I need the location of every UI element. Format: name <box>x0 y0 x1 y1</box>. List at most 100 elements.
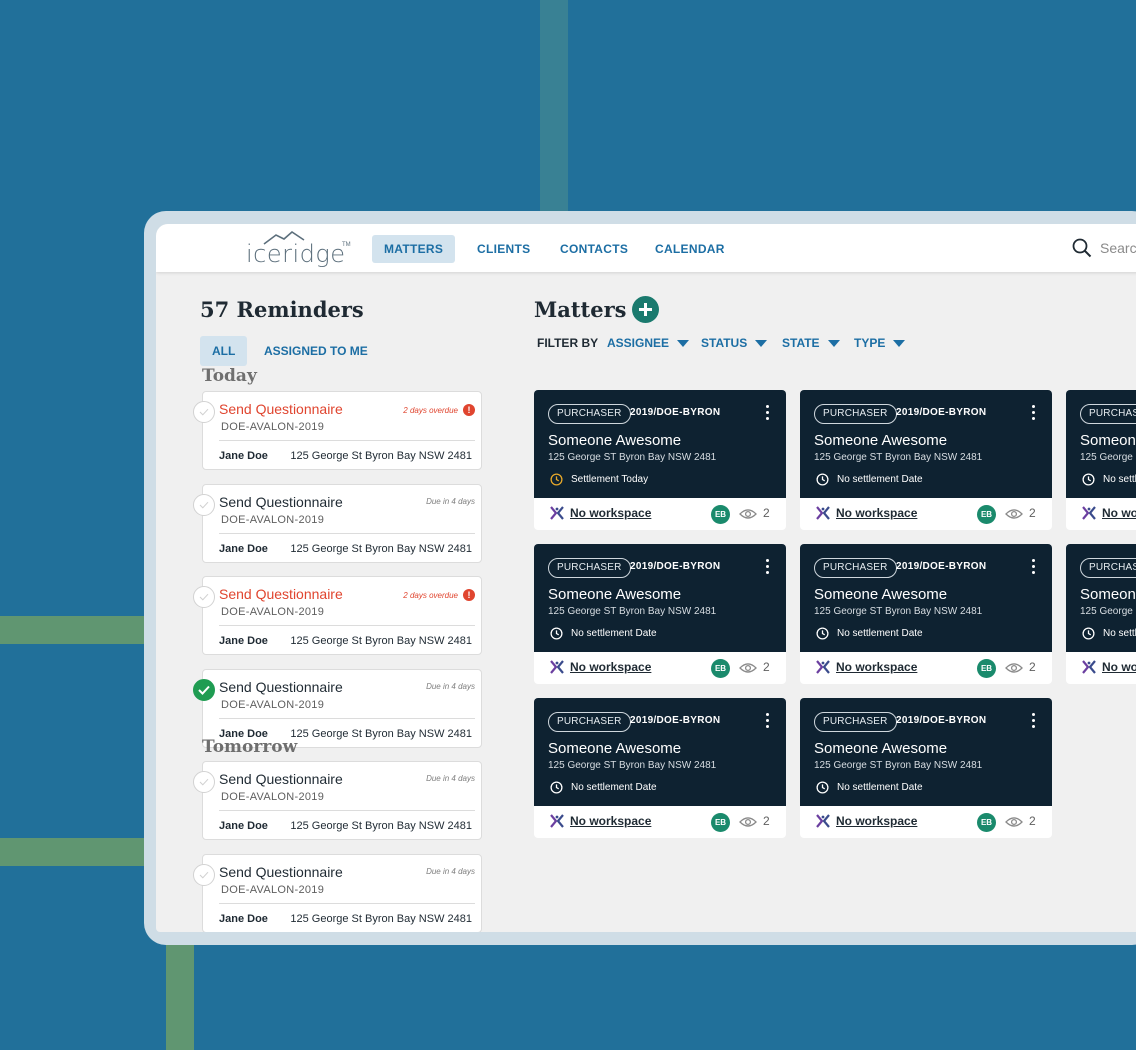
reminder-title[interactable]: Send Questionnaire <box>219 401 343 417</box>
matter-card[interactable]: PURCHASER2019/DOE-BYRONSomeone Awesome12… <box>800 544 1052 684</box>
more-options-icon[interactable] <box>766 713 770 731</box>
reminder-person: Jane Doe <box>219 450 268 462</box>
matter-card-header: PURCHASER2019/DOE-BYRON Someone Awesome 12… <box>800 544 1052 652</box>
assignee-avatar[interactable]: EB <box>711 659 730 678</box>
workspace-link[interactable]: No workspace <box>836 506 917 520</box>
matter-card[interactable]: PURCHASER2019/DOE-BYRONSomeone Awesome12… <box>534 698 786 838</box>
due-text: 2 days overdue <box>403 590 458 600</box>
filter-type-label: TYPE <box>854 336 886 350</box>
matter-client-name[interactable]: Someone Awesome <box>814 740 947 757</box>
workspace-link[interactable]: No workspace <box>570 660 651 674</box>
checkmark-icon <box>198 685 210 695</box>
views-count: 2 <box>1029 660 1036 674</box>
role-badge: PURCHASER <box>548 712 631 732</box>
complete-checkbox[interactable] <box>193 586 215 608</box>
settlement-status: No settlement Date <box>816 627 923 640</box>
filter-state[interactable]: STATE <box>782 336 840 350</box>
settlement-text: No settlement Date <box>837 474 923 485</box>
workspace-link[interactable]: No workspace <box>836 814 917 828</box>
complete-checkbox[interactable] <box>193 401 215 423</box>
reminders-title: 57 Reminders <box>200 297 364 322</box>
more-options-icon[interactable] <box>1032 713 1036 731</box>
reminder-card[interactable]: Send Questionnaire DOE-AVALON-2019 2 days … <box>193 576 482 655</box>
matter-card[interactable]: PURCHASER2019/DOE-BYRONSomeone Awesome12… <box>534 544 786 684</box>
tab-all[interactable]: ALL <box>200 336 248 366</box>
matter-card[interactable]: PURCHASER2019/DOE-BYRONSomeone Awesome12… <box>1066 544 1136 684</box>
workspace-icon <box>816 506 830 520</box>
matter-card[interactable]: PURCHASER2019/DOE-BYRONSomeone Awesome12… <box>534 390 786 530</box>
complete-checkbox[interactable] <box>193 771 215 793</box>
reminder-card[interactable]: Send Questionnaire DOE-AVALON-2019 2 days … <box>193 391 482 470</box>
matter-address: 125 George ST Byron Bay NSW 2481 <box>814 452 983 463</box>
nav-clients[interactable]: CLIENTS <box>465 235 542 263</box>
more-options-icon[interactable] <box>766 559 770 577</box>
matter-reference: 2019/DOE-BYRON <box>896 715 987 726</box>
settlement-text: No settlement Date <box>837 628 923 639</box>
search-box[interactable]: Searc <box>1072 237 1136 259</box>
eye-icon <box>739 663 757 673</box>
workspace-icon <box>550 814 564 828</box>
reminder-due-status: 2 days overdue! <box>403 589 475 601</box>
matter-card[interactable]: PURCHASER2019/DOE-BYRONSomeone Awesome12… <box>1066 390 1136 530</box>
due-text: Due in 4 days <box>426 497 475 506</box>
workspace-link[interactable]: No workspace <box>836 660 917 674</box>
more-options-icon[interactable] <box>1032 405 1036 423</box>
nav-calendar[interactable]: CALENDAR <box>643 235 737 263</box>
search-input[interactable]: Searc <box>1100 240 1136 256</box>
due-text: 2 days overdue <box>403 405 458 415</box>
matter-client-name[interactable]: Someone Awesome <box>548 586 681 603</box>
matter-client-name[interactable]: Someone Awesome <box>1080 432 1136 449</box>
assignee-avatar[interactable]: EB <box>977 505 996 524</box>
group-label-today: Today <box>202 366 257 386</box>
reminder-title[interactable]: Send Questionnaire <box>219 864 343 880</box>
workspace-link[interactable]: No workspace <box>1102 506 1136 520</box>
tab-assigned-to-me[interactable]: ASSIGNED TO ME <box>252 336 380 366</box>
more-options-icon[interactable] <box>1032 559 1036 577</box>
assignee-avatar[interactable]: EB <box>711 813 730 832</box>
reminder-person: Jane Doe <box>219 635 268 647</box>
reminder-title[interactable]: Send Questionnaire <box>219 771 343 787</box>
assignee-avatar[interactable]: EB <box>711 505 730 524</box>
more-options-icon[interactable] <box>766 405 770 423</box>
workspace-icon <box>1082 660 1096 674</box>
settlement-status: No settlement Date <box>550 781 657 794</box>
checkmark-icon <box>199 871 209 879</box>
reminder-title[interactable]: Send Questionnaire <box>219 679 343 695</box>
reminder-title[interactable]: Send Questionnaire <box>219 586 343 602</box>
nav-contacts[interactable]: CONTACTS <box>548 235 640 263</box>
reminder-person: Jane Doe <box>219 820 268 832</box>
nav-matters[interactable]: MATTERS <box>372 235 456 263</box>
reminder-matter-code: DOE-AVALON-2019 <box>221 421 325 433</box>
eye-icon <box>739 817 757 827</box>
reminder-address: 125 George St Byron Bay NSW 2481 <box>290 635 472 647</box>
reminder-card[interactable]: Send Questionnaire DOE-AVALON-2019 Due in … <box>193 854 482 932</box>
matter-client-name[interactable]: Someone Awesome <box>814 586 947 603</box>
filter-type[interactable]: TYPE <box>854 336 906 350</box>
matter-card[interactable]: PURCHASER2019/DOE-BYRONSomeone Awesome12… <box>800 698 1052 838</box>
matter-card[interactable]: PURCHASER2019/DOE-BYRONSomeone Awesome12… <box>800 390 1052 530</box>
workspace-link[interactable]: No workspace <box>570 506 651 520</box>
reminder-card[interactable]: Send Questionnaire DOE-AVALON-2019 Due in … <box>193 484 482 563</box>
complete-checkbox[interactable] <box>193 494 215 516</box>
iceridge-logo[interactable]: iceridge TM <box>244 228 354 268</box>
matter-client-name[interactable]: Someone Awesome <box>1080 586 1136 603</box>
reminder-card[interactable]: Send Questionnaire DOE-AVALON-2019 Due in … <box>193 761 482 840</box>
filter-status[interactable]: STATUS <box>701 336 768 350</box>
matter-reference: 2019/DOE-BYRON <box>896 561 987 572</box>
complete-checkbox[interactable] <box>193 864 215 886</box>
matter-client-name[interactable]: Someone Awesome <box>548 432 681 449</box>
matter-client-name[interactable]: Someone Awesome <box>548 740 681 757</box>
reminder-address: 125 George St Byron Bay NSW 2481 <box>290 913 472 925</box>
reminder-title[interactable]: Send Questionnaire <box>219 494 343 510</box>
assignee-avatar[interactable]: EB <box>977 659 996 678</box>
role-badge: PURCHASER <box>1080 558 1136 578</box>
assignee-avatar[interactable]: EB <box>977 813 996 832</box>
complete-checkbox[interactable] <box>193 679 215 701</box>
add-matter-button[interactable] <box>632 296 659 323</box>
workspace-link[interactable]: No workspace <box>1102 660 1136 674</box>
background-stripe <box>166 940 194 1050</box>
filter-assignee[interactable]: ASSIGNEE <box>607 336 690 350</box>
workspace-link[interactable]: No workspace <box>570 814 651 828</box>
divider <box>219 625 475 626</box>
matter-client-name[interactable]: Someone Awesome <box>814 432 947 449</box>
